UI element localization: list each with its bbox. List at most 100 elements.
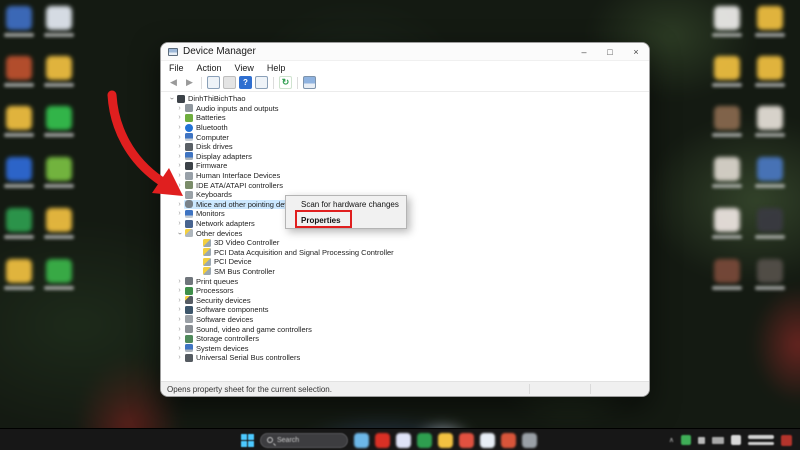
- tree-item[interactable]: ›Storage controllers: [161, 334, 649, 344]
- search-input[interactable]: Search: [260, 433, 348, 448]
- chevron-icon[interactable]: ›: [175, 219, 184, 228]
- chevron-icon[interactable]: ›: [175, 296, 184, 305]
- taskbar-app-icon[interactable]: [354, 433, 369, 448]
- desktop-image-icon[interactable]: [757, 106, 783, 130]
- desktop-folder-icon[interactable]: [757, 56, 783, 80]
- maximize-button[interactable]: □: [597, 43, 623, 60]
- chevron-icon[interactable]: ›: [175, 305, 184, 314]
- taskbar-app-icon[interactable]: [501, 433, 516, 448]
- tree-item[interactable]: ›Print queues: [161, 276, 649, 286]
- tree-item[interactable]: SM Bus Controller: [161, 267, 649, 277]
- desktop-app-icon[interactable]: [6, 6, 32, 30]
- tree-item[interactable]: ›Computer: [161, 132, 649, 142]
- back-icon[interactable]: [167, 76, 180, 89]
- tree-item[interactable]: ›Other devices: [161, 228, 649, 238]
- desktop-file-icon[interactable]: [714, 6, 740, 30]
- chevron-icon[interactable]: ›: [175, 142, 184, 151]
- chevron-icon[interactable]: ›: [175, 104, 184, 113]
- tray-red-app-icon[interactable]: [781, 435, 792, 446]
- desktop-app-icon[interactable]: [46, 6, 72, 30]
- properties-icon[interactable]: [223, 76, 236, 89]
- desktop-image-icon[interactable]: [757, 157, 783, 181]
- chevron-icon[interactable]: ›: [175, 286, 184, 295]
- desktop-image-icon[interactable]: [714, 259, 740, 283]
- tree-item[interactable]: 3D Video Controller: [161, 238, 649, 248]
- chevron-icon[interactable]: ›: [175, 344, 184, 353]
- desktop-image-icon[interactable]: [714, 208, 740, 232]
- tree-item[interactable]: ›Bluetooth: [161, 123, 649, 133]
- desktop-app-icon[interactable]: [46, 157, 72, 181]
- chevron-icon[interactable]: ›: [175, 152, 184, 161]
- desktop-folder-icon[interactable]: [46, 208, 72, 232]
- chevron-icon[interactable]: ›: [175, 325, 184, 334]
- scan-hardware-icon[interactable]: [279, 76, 292, 89]
- chevron-icon[interactable]: ›: [175, 190, 184, 199]
- desktop-folder-icon[interactable]: [6, 106, 32, 130]
- taskbar-folder-icon[interactable]: [438, 433, 453, 448]
- desktop-app-icon[interactable]: [6, 208, 32, 232]
- console-tree-icon[interactable]: [207, 76, 220, 89]
- menu-view[interactable]: View: [235, 63, 254, 73]
- chevron-icon[interactable]: ›: [175, 161, 184, 170]
- tree-item[interactable]: ›Processors: [161, 286, 649, 296]
- menu-action[interactable]: Action: [197, 63, 222, 73]
- desktop-image-icon[interactable]: [714, 106, 740, 130]
- tree-item[interactable]: ›Sound, video and game controllers: [161, 324, 649, 334]
- close-button[interactable]: ×: [623, 43, 649, 60]
- tree-item[interactable]: PCI Data Acquisition and Signal Processi…: [161, 248, 649, 258]
- forward-icon[interactable]: [183, 76, 196, 89]
- chevron-icon[interactable]: ›: [175, 171, 184, 180]
- tray-icon-small-2[interactable]: [712, 437, 724, 444]
- desktop-folder-icon[interactable]: [714, 56, 740, 80]
- tree-item[interactable]: ›Display adapters: [161, 152, 649, 162]
- menu-help[interactable]: Help: [267, 63, 286, 73]
- tree-item[interactable]: ›Disk drives: [161, 142, 649, 152]
- device-console-icon[interactable]: [303, 76, 316, 89]
- tree-item[interactable]: ›Human Interface Devices: [161, 171, 649, 181]
- desktop-app-icon[interactable]: [46, 106, 72, 130]
- tree-item[interactable]: PCI Device: [161, 257, 649, 267]
- desktop-app-icon[interactable]: [46, 259, 72, 283]
- taskbar-app-icon[interactable]: [522, 433, 537, 448]
- chevron-icon[interactable]: ›: [175, 123, 184, 132]
- chevron-icon[interactable]: ›: [167, 94, 176, 103]
- tray-icon-small-1[interactable]: [698, 437, 705, 444]
- chevron-icon[interactable]: ›: [175, 200, 184, 209]
- desktop-label-icon[interactable]: [757, 259, 783, 283]
- taskbar-app-icon[interactable]: [375, 433, 390, 448]
- tree-item[interactable]: ›Audio inputs and outputs: [161, 104, 649, 114]
- minimize-button[interactable]: –: [571, 43, 597, 60]
- desktop-image-icon[interactable]: [757, 208, 783, 232]
- tree-item[interactable]: ›System devices: [161, 343, 649, 353]
- taskbar-app-icon[interactable]: [417, 433, 432, 448]
- tree-item[interactable]: ›DinhThiBichThao: [161, 94, 649, 104]
- tree-item[interactable]: ›Universal Serial Bus controllers: [161, 353, 649, 363]
- chevron-icon[interactable]: ›: [175, 133, 184, 142]
- desktop-app-icon[interactable]: [6, 157, 32, 181]
- desktop-app-icon[interactable]: [6, 56, 32, 80]
- tree-item[interactable]: ›Firmware: [161, 161, 649, 171]
- desktop-folder-icon[interactable]: [46, 56, 72, 80]
- tree-item[interactable]: ›Security devices: [161, 295, 649, 305]
- tree-item[interactable]: ›Software devices: [161, 315, 649, 325]
- desktop-folder-icon[interactable]: [757, 6, 783, 30]
- taskbar-app-icon[interactable]: [459, 433, 474, 448]
- chevron-icon[interactable]: ›: [175, 209, 184, 218]
- desktop-folder-icon[interactable]: [6, 259, 32, 283]
- chevron-icon[interactable]: ›: [175, 315, 184, 324]
- chevron-icon[interactable]: ›: [175, 229, 184, 238]
- tray-green-app-icon[interactable]: [681, 435, 691, 445]
- tray-chevron-icon[interactable]: [669, 436, 674, 444]
- action-list-icon[interactable]: [255, 76, 268, 89]
- taskbar-app-icon[interactable]: [480, 433, 495, 448]
- help-icon[interactable]: [239, 76, 252, 89]
- tree-item[interactable]: ›Software components: [161, 305, 649, 315]
- chevron-icon[interactable]: ›: [175, 277, 184, 286]
- tray-language-icon[interactable]: [731, 435, 741, 445]
- menu-file[interactable]: File: [169, 63, 184, 73]
- chevron-icon[interactable]: ›: [175, 113, 184, 122]
- windows-start-icon[interactable]: [241, 434, 254, 447]
- chevron-icon[interactable]: ›: [175, 334, 184, 343]
- chevron-icon[interactable]: ›: [175, 181, 184, 190]
- tree-item[interactable]: ›Batteries: [161, 113, 649, 123]
